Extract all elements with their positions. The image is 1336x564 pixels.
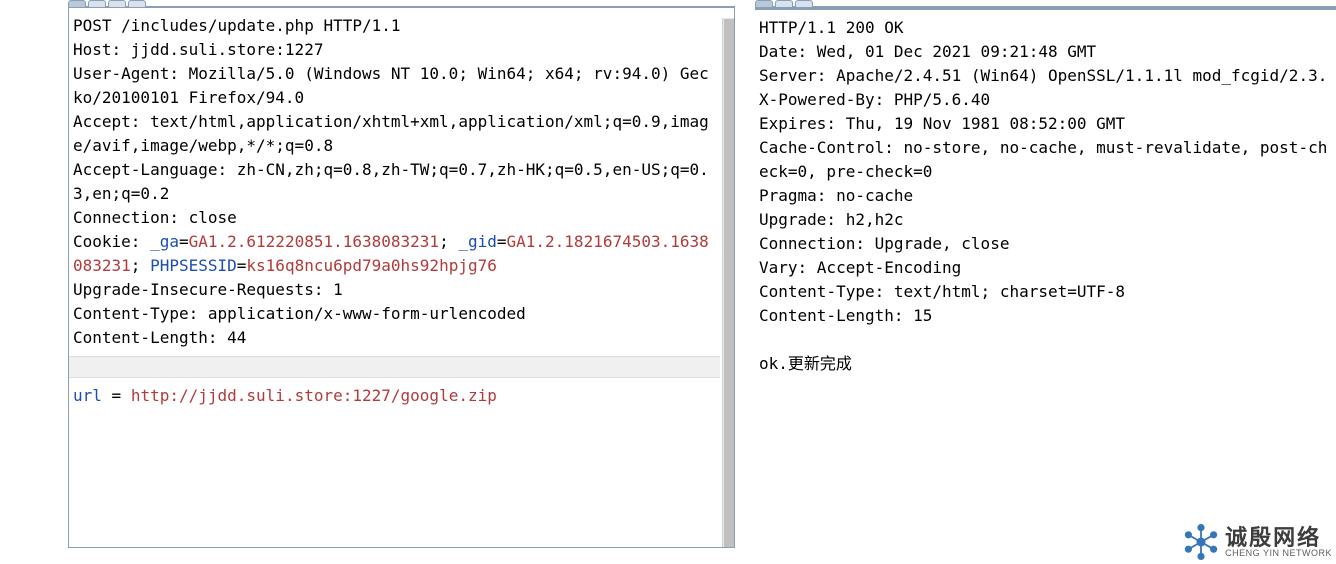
scrollbar-thumb[interactable]: [724, 19, 734, 548]
req-line: User-Agent: Mozilla/5.0 (Windows NT 10.0…: [73, 64, 709, 107]
response-panel: HTTP/1.1 200 OK Date: Wed, 01 Dec 2021 0…: [735, 0, 1336, 564]
resp-line: Server: Apache/2.4.51 (Win64) OpenSSL/1.…: [759, 66, 1327, 85]
req-line: Connection: close: [73, 208, 237, 227]
resp-line: X-Powered-By: PHP/5.6.40: [759, 90, 990, 109]
request-body[interactable]: url = http://jjdd.suli.store:1227/google…: [69, 378, 720, 414]
req-line: Upgrade-Insecure-Requests: 1: [73, 280, 343, 299]
response-body: ok.更新完成: [759, 354, 852, 373]
request-content[interactable]: POST /includes/update.php HTTP/1.1 Host:…: [68, 8, 735, 548]
cookie-key: PHPSESSID: [150, 256, 237, 275]
response-text[interactable]: HTTP/1.1 200 OK Date: Wed, 01 Dec 2021 0…: [755, 10, 1336, 382]
req-line: Accept: text/html,application/xhtml+xml,…: [73, 112, 709, 155]
tab-headers[interactable]: [108, 0, 126, 7]
resp-line: HTTP/1.1 200 OK: [759, 18, 904, 37]
request-panel: POST /includes/update.php HTTP/1.1 Host:…: [0, 0, 735, 564]
watermark-logo: 诚殷网络 CHENG YIN NETWORK: [1183, 524, 1332, 560]
resp-line: Upgrade: h2,h2c: [759, 210, 904, 229]
body-separator: [69, 356, 720, 378]
cookie-key: _ga: [150, 232, 179, 251]
resp-line: Content-Type: text/html; charset=UTF-8: [759, 282, 1125, 301]
body-param-value: http://jjdd.suli.store:1227/google.zip: [131, 386, 497, 405]
tab-raw[interactable]: [755, 0, 773, 7]
req-line: Content-Type: application/x-www-form-url…: [73, 304, 526, 323]
tab-params[interactable]: [88, 0, 106, 7]
resp-line: Content-Length: 15: [759, 306, 932, 325]
watermark-cn: 诚殷网络: [1225, 527, 1332, 549]
resp-line: Pragma: no-cache: [759, 186, 913, 205]
resp-line: Date: Wed, 01 Dec 2021 09:21:48 GMT: [759, 42, 1096, 61]
resp-line: Expires: Thu, 19 Nov 1981 08:52:00 GMT: [759, 114, 1125, 133]
network-icon: [1183, 524, 1219, 560]
scrollbar[interactable]: [722, 18, 734, 548]
req-line: Content-Length: 44: [73, 328, 246, 347]
cookie-key: _gid: [458, 232, 497, 251]
tab-hex[interactable]: [795, 0, 813, 7]
cookie-prefix: Cookie:: [73, 232, 150, 251]
request-tabs: [68, 0, 735, 8]
cookie-value: ks16q8ncu6pd79a0hs92hpjg76: [246, 256, 496, 275]
tab-headers[interactable]: [775, 0, 793, 7]
response-content[interactable]: HTTP/1.1 200 OK Date: Wed, 01 Dec 2021 0…: [755, 8, 1336, 548]
resp-line: Cache-Control: no-store, no-cache, must-…: [759, 138, 1327, 181]
watermark-en: CHENG YIN NETWORK: [1225, 549, 1332, 558]
req-line: POST /includes/update.php HTTP/1.1: [73, 16, 401, 35]
cookie-value: GA1.2.612220851.1638083231: [189, 232, 439, 251]
request-text[interactable]: POST /includes/update.php HTTP/1.1 Host:…: [69, 8, 720, 356]
resp-line: Connection: Upgrade, close: [759, 234, 1009, 253]
resp-line: Vary: Accept-Encoding: [759, 258, 961, 277]
req-line: Host: jjdd.suli.store:1227: [73, 40, 323, 59]
tab-hex[interactable]: [128, 0, 146, 7]
body-param-key: url: [73, 386, 102, 405]
tab-raw[interactable]: [68, 0, 86, 7]
req-line: Accept-Language: zh-CN,zh;q=0.8,zh-TW;q=…: [73, 160, 709, 203]
response-tabs: [755, 0, 1336, 8]
